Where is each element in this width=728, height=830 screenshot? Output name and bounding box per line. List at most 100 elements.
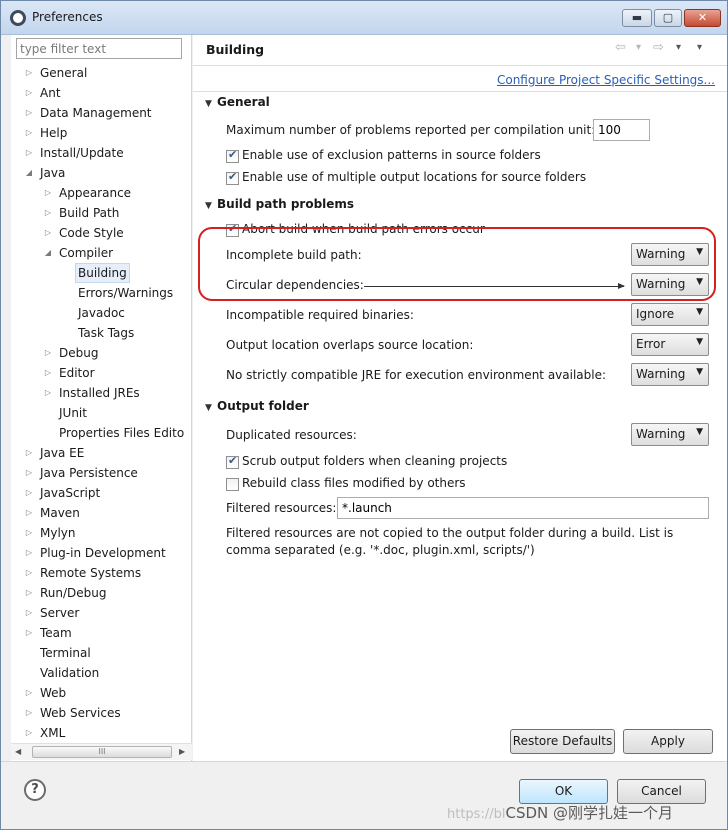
collapsed-arrow-icon[interactable]: ▷: [24, 623, 34, 643]
back-arrow-icon[interactable]: ⇦: [615, 40, 626, 55]
collapsed-arrow-icon[interactable]: ▷: [24, 563, 34, 583]
tree-item[interactable]: ▷ Server: [11, 603, 192, 623]
collapsed-arrow-icon[interactable]: ▷: [24, 543, 34, 563]
tree-item[interactable]: Task Tags: [11, 323, 192, 343]
collapsed-arrow-icon[interactable]: ▷: [24, 103, 34, 123]
collapsed-arrow-icon[interactable]: ▷: [24, 143, 34, 163]
tree-item[interactable]: Javadoc: [11, 303, 192, 323]
tree-item[interactable]: ◢ Java: [11, 163, 192, 183]
scrub-output-checkbox[interactable]: [226, 454, 239, 469]
tree-item[interactable]: ▷ General: [11, 63, 192, 83]
help-icon[interactable]: ?: [24, 779, 46, 801]
collapsed-arrow-icon[interactable]: ▷: [43, 363, 53, 383]
tree-item[interactable]: ▷ Web: [11, 683, 192, 703]
close-button[interactable]: ✕: [684, 9, 721, 27]
filtered-resources-input[interactable]: [337, 497, 709, 519]
collapsed-arrow-icon: [43, 403, 53, 423]
collapsed-arrow-icon[interactable]: ▷: [24, 503, 34, 523]
collapsed-arrow-icon[interactable]: ▷: [24, 483, 34, 503]
collapsed-arrow-icon[interactable]: ▷: [43, 183, 53, 203]
tree-item[interactable]: ▷ Help: [11, 123, 192, 143]
general-section-header[interactable]: ▼ General: [205, 95, 270, 109]
watermark-text: CSDN @刚学扎娃一个月: [505, 804, 674, 822]
tree-item[interactable]: ◢ Compiler: [11, 243, 192, 263]
tree-item[interactable]: Properties Files Edito: [11, 423, 192, 443]
tree-item-label: Web: [40, 686, 67, 700]
tree-item[interactable]: ▷ XML: [11, 723, 192, 743]
scroll-left-icon[interactable]: ◀: [15, 747, 21, 756]
tree-item[interactable]: ▷ Remote Systems: [11, 563, 192, 583]
cancel-button[interactable]: Cancel: [617, 779, 706, 804]
tree-item[interactable]: ▷ Data Management: [11, 103, 192, 123]
collapsed-arrow-icon[interactable]: ▷: [24, 523, 34, 543]
output-overlaps-select[interactable]: Error ▼: [631, 333, 709, 356]
apply-button[interactable]: Apply: [623, 729, 713, 754]
tree-item[interactable]: Errors/Warnings: [11, 283, 192, 303]
dropdown-arrow-icon: ▼: [696, 367, 703, 377]
tree-item[interactable]: ▷ JavaScript: [11, 483, 192, 503]
rebuild-class-files-checkbox[interactable]: [226, 478, 239, 491]
tree-item[interactable]: ▷ Installed JREs: [11, 383, 192, 403]
compatible-jre-select[interactable]: Warning ▼: [631, 363, 709, 386]
collapsed-arrow-icon[interactable]: ▷: [43, 343, 53, 363]
collapsed-arrow-icon[interactable]: ▷: [24, 583, 34, 603]
forward-arrow-icon[interactable]: ⇨: [653, 40, 664, 55]
tree-item[interactable]: Building: [11, 263, 192, 283]
horizontal-scrollbar[interactable]: ◀ III ▶: [11, 743, 192, 760]
tree-item[interactable]: ▷ Plug-in Development: [11, 543, 192, 563]
tree-item[interactable]: Terminal: [11, 643, 192, 663]
ok-button[interactable]: OK: [519, 779, 608, 804]
minimize-button[interactable]: ▬: [622, 9, 652, 27]
collapsed-arrow-icon[interactable]: ▷: [24, 83, 34, 103]
max-problems-input[interactable]: [593, 119, 650, 141]
collapsed-arrow-icon[interactable]: ▷: [43, 223, 53, 243]
tree-item[interactable]: ▷ Team: [11, 623, 192, 643]
configure-project-settings-link[interactable]: Configure Project Specific Settings...: [497, 73, 715, 87]
tree-item[interactable]: ▷ Editor: [11, 363, 192, 383]
forward-menu-icon[interactable]: ▾: [676, 42, 681, 53]
tree-item-label: Code Style: [59, 226, 124, 240]
tree-item[interactable]: ▷ Appearance: [11, 183, 192, 203]
output-folder-section-header[interactable]: ▼ Output folder: [205, 399, 309, 413]
maximize-button[interactable]: ▢: [654, 9, 682, 27]
collapsed-arrow-icon[interactable]: ▷: [24, 443, 34, 463]
collapsed-arrow-icon[interactable]: ▷: [24, 463, 34, 483]
collapsed-arrow-icon[interactable]: ▷: [43, 383, 53, 403]
build-path-section-header[interactable]: ▼ Build path problems: [205, 197, 354, 211]
incompatible-binaries-select[interactable]: Ignore ▼: [631, 303, 709, 326]
tree-item[interactable]: ▷ Debug: [11, 343, 192, 363]
tree-item-label: Task Tags: [78, 326, 135, 340]
tree-item[interactable]: ▷ Java Persistence: [11, 463, 192, 483]
tree-item[interactable]: ▷ Mylyn: [11, 523, 192, 543]
collapsed-arrow-icon[interactable]: ▷: [24, 723, 34, 743]
back-menu-icon[interactable]: ▾: [636, 42, 641, 53]
view-menu-icon[interactable]: ▾: [697, 42, 702, 53]
duplicated-resources-select[interactable]: Warning ▼: [631, 423, 709, 446]
collapsed-arrow-icon[interactable]: ▷: [43, 203, 53, 223]
scroll-right-icon[interactable]: ▶: [179, 747, 185, 756]
tree-item[interactable]: ▷ Java EE: [11, 443, 192, 463]
collapsed-arrow-icon[interactable]: ▷: [24, 63, 34, 83]
exclusion-patterns-checkbox[interactable]: [226, 148, 239, 163]
tree-item[interactable]: ▷ Code Style: [11, 223, 192, 243]
tree-item[interactable]: ▷ Build Path: [11, 203, 192, 223]
collapsed-arrow-icon[interactable]: ▷: [24, 683, 34, 703]
tree-item[interactable]: ▷ Ant: [11, 83, 192, 103]
filter-input[interactable]: [16, 38, 182, 59]
expanded-arrow-icon[interactable]: ◢: [24, 163, 34, 183]
tree-item[interactable]: ▷ Web Services: [11, 703, 192, 723]
tree-item[interactable]: ▷ Install/Update: [11, 143, 192, 163]
collapse-icon: ▼: [205, 403, 212, 413]
scrollbar-thumb[interactable]: III: [32, 746, 172, 758]
tree-item[interactable]: Validation: [11, 663, 192, 683]
expanded-arrow-icon[interactable]: ◢: [43, 243, 53, 263]
collapsed-arrow-icon[interactable]: ▷: [24, 603, 34, 623]
multiple-output-checkbox[interactable]: [226, 170, 239, 185]
collapsed-arrow-icon[interactable]: ▷: [24, 703, 34, 723]
collapsed-arrow-icon[interactable]: ▷: [24, 123, 34, 143]
tree-item[interactable]: ▷ Run/Debug: [11, 583, 192, 603]
tree-item[interactable]: ▷ Maven: [11, 503, 192, 523]
restore-defaults-button[interactable]: Restore Defaults: [510, 729, 615, 754]
tree-item-label: Plug-in Development: [40, 546, 166, 560]
tree-item[interactable]: JUnit: [11, 403, 192, 423]
